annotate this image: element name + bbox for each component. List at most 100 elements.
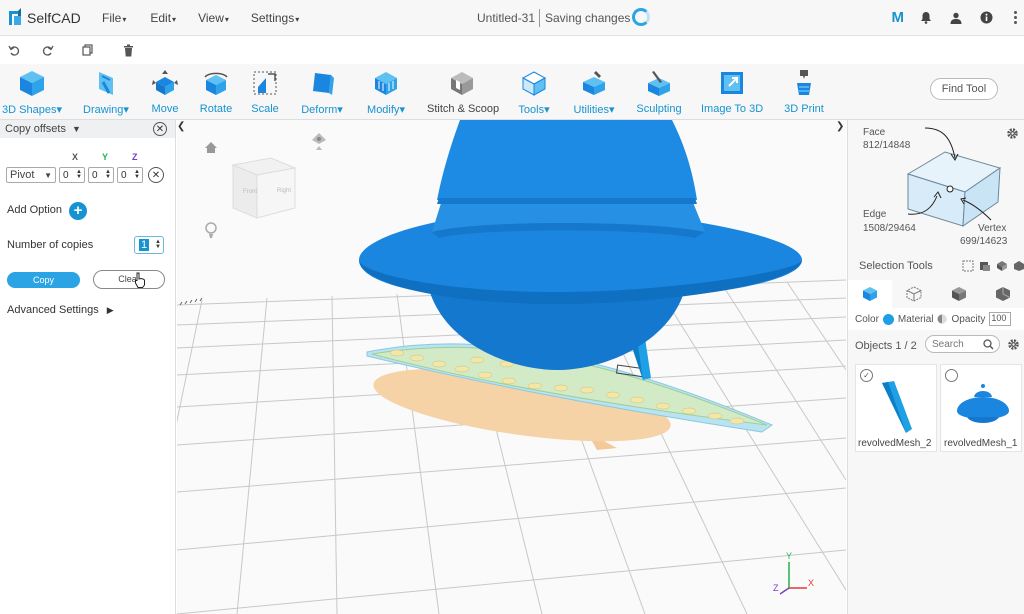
saving-spinner-icon xyxy=(632,8,650,26)
clear-button[interactable]: Clear xyxy=(93,270,165,289)
delete-button[interactable] xyxy=(108,44,148,57)
vertex-count: 699/14623 xyxy=(960,236,1008,247)
image-to-3d-icon xyxy=(721,72,743,94)
gizmo-y-label: Y xyxy=(786,551,792,561)
tab-object[interactable] xyxy=(848,280,893,308)
material-label[interactable]: Material xyxy=(898,314,934,325)
tool-sculpting[interactable]: Sculpting xyxy=(636,69,682,115)
tool-tools[interactable]: Tools▾ xyxy=(516,69,552,116)
modify-icon xyxy=(375,72,397,95)
objects-settings-gear-icon[interactable] xyxy=(1007,338,1020,354)
find-tool-button[interactable]: Find Tool xyxy=(930,78,998,100)
gear-icon[interactable] xyxy=(1006,127,1019,143)
move-icon xyxy=(152,70,178,95)
selection-mode-cube[interactable] xyxy=(903,124,1013,234)
tool-deform[interactable]: Deform▾ xyxy=(298,69,346,116)
stepper-icon[interactable]: ▲ ▼ xyxy=(134,169,140,180)
compass-icon[interactable] xyxy=(312,133,326,150)
redo-button[interactable] xyxy=(28,44,68,56)
document-title[interactable]: Untitled-31 xyxy=(477,11,535,25)
triangle-right-icon: ▶ xyxy=(106,305,114,315)
triangle-down-icon[interactable]: ▼ xyxy=(72,124,81,134)
unchecked-circle-icon[interactable] xyxy=(945,369,958,382)
chevron-down-icon: ▾ xyxy=(224,14,229,24)
advanced-settings-toggle[interactable]: Advanced Settings ▶ xyxy=(7,304,114,316)
remove-offset-button[interactable]: ✕ xyxy=(148,167,164,183)
scene-canvas[interactable]: Front Right Y Z X xyxy=(177,120,846,614)
menu-view[interactable]: View▾ xyxy=(198,11,229,25)
pivot-select[interactable]: Pivot ▼ xyxy=(6,167,56,183)
tool-3d-shapes[interactable]: 3D Shapes▾ xyxy=(2,69,62,116)
selfcad-logo[interactable]: SelfCAD xyxy=(6,7,86,28)
offset-x-input[interactable]: 0 ▲ ▼ xyxy=(59,167,85,183)
tools-icon xyxy=(521,71,547,96)
offset-z-input[interactable]: 0 ▲ ▼ xyxy=(117,167,143,183)
view-cube-right-label: Right xyxy=(277,188,291,194)
tool-3d-print[interactable]: 3D Print xyxy=(782,69,826,115)
tool-modify[interactable]: Modify▾ xyxy=(364,69,408,116)
objects-search-input[interactable]: Search xyxy=(925,335,1000,353)
menu-settings-label: Settings xyxy=(250,10,295,25)
select-all-icon[interactable] xyxy=(962,260,974,272)
tool-image-to-3d[interactable]: Image To 3D xyxy=(701,69,763,115)
object-properties-row: Color Material Opacity 100 xyxy=(848,308,1024,330)
tool-scale[interactable]: Scale xyxy=(247,69,283,115)
opacity-icon xyxy=(937,314,947,324)
3d-viewport[interactable]: Front Right Y Z X xyxy=(177,120,846,614)
home-icon[interactable] xyxy=(205,142,217,153)
bell-icon[interactable] xyxy=(918,10,934,26)
stepper-icon[interactable]: ▲ ▼ xyxy=(76,169,82,180)
opacity-input[interactable]: 100 xyxy=(989,312,1012,326)
more-options-icon[interactable] xyxy=(1014,11,1018,24)
undo-button[interactable] xyxy=(0,44,28,56)
user-icon[interactable] xyxy=(948,10,964,26)
tab-face[interactable] xyxy=(892,280,936,308)
tool-utilities[interactable]: Utilities▾ xyxy=(571,69,617,116)
number-of-copies-input[interactable]: 1 ▲ ▼ xyxy=(134,236,164,254)
tab-edge[interactable] xyxy=(937,280,981,308)
tab-vertex[interactable] xyxy=(981,280,1024,308)
duplicate-button[interactable] xyxy=(68,44,108,56)
model-ufo[interactable] xyxy=(359,120,802,370)
tool-rotate[interactable]: Rotate xyxy=(196,69,236,115)
info-icon[interactable] xyxy=(978,10,994,26)
tool-stitch-scoop-label: Stitch & Scoop xyxy=(427,103,500,115)
copy-offsets-panel: Copy offsets ▼ ✕ X Y Z Pivot ▼ 0 ▲ ▼ 0 ▲ ▼ 0 ▲… xyxy=(0,120,176,614)
panel-title[interactable]: Copy offsets xyxy=(5,123,66,135)
gizmo-z-label: Z xyxy=(773,583,779,593)
offset-y-input[interactable]: 0 ▲ ▼ xyxy=(88,167,114,183)
tool-stitch-scoop[interactable]: Stitch & Scoop xyxy=(427,69,500,115)
cube-icon xyxy=(20,71,44,96)
tool-move[interactable]: Move xyxy=(145,69,185,115)
checkmark-icon[interactable]: ✓ xyxy=(860,369,873,382)
tool-drawing[interactable]: Drawing▾ xyxy=(80,69,132,116)
chevron-down-icon: ▼ xyxy=(44,170,52,180)
stepper-icon[interactable]: ▲ ▼ xyxy=(155,239,161,250)
tool-tools-text: Tools xyxy=(518,104,545,116)
tool-3d-shapes-label: 3D Shapes▾ xyxy=(2,104,62,116)
tool-deform-text: Deform xyxy=(301,104,338,116)
menu-settings[interactable]: Settings▾ xyxy=(251,11,299,25)
light-icon[interactable] xyxy=(205,222,217,238)
menu-edit-label: Edit xyxy=(150,10,172,25)
view-cube[interactable]: Front Right xyxy=(231,157,297,219)
copy-button[interactable]: Copy xyxy=(7,272,80,288)
user-badge[interactable]: M xyxy=(892,9,905,26)
menu-edit[interactable]: Edit▾ xyxy=(150,11,176,25)
number-of-copies-label: Number of copies xyxy=(7,239,94,251)
chevron-down-icon: ▾ xyxy=(295,14,300,24)
tool-scale-label: Scale xyxy=(251,103,279,115)
select-loop-icon[interactable] xyxy=(996,260,1008,272)
color-swatch[interactable] xyxy=(882,313,894,325)
edge-mode-icon xyxy=(951,287,966,301)
vertex-mode-icon xyxy=(995,287,1011,301)
stepper-icon[interactable]: ▲ ▼ xyxy=(105,169,111,180)
select-faces-icon[interactable] xyxy=(979,260,991,272)
select-more-icon[interactable] xyxy=(1013,260,1024,272)
collapse-right-panel-icon[interactable]: ❯ xyxy=(836,121,846,135)
object-name-revolvedmesh-1: revolvedMesh_1 xyxy=(944,438,1018,449)
add-option-button[interactable]: + xyxy=(69,202,87,220)
menu-file[interactable]: File▾ xyxy=(102,11,126,25)
collapse-left-panel-icon[interactable]: ❮ xyxy=(177,121,187,135)
close-panel-button[interactable]: ✕ xyxy=(153,122,167,136)
